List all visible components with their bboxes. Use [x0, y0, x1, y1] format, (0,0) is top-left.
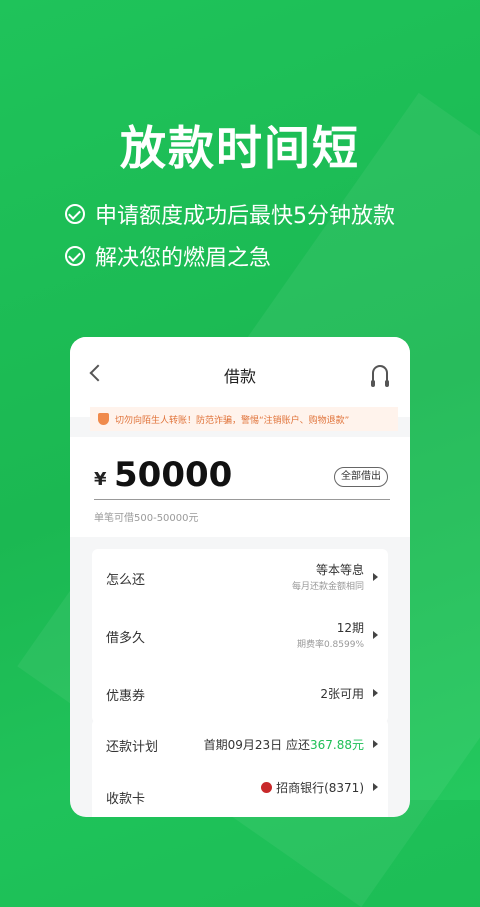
feature-bullet-1: 申请额度成功后最快5分钟放款 [65, 198, 395, 230]
phone-mockup: 借款 切勿向陌生人转账！防范诈骗，警惕“注销账户、购物退款” ¥ 50000 全… [70, 337, 410, 817]
receive-card-row[interactable]: 收款卡 招商银行(8371) [92, 771, 388, 817]
shield-icon [98, 413, 109, 425]
repayment-amount: 367.88元 [310, 738, 364, 752]
row-subtext: 每月还款金额相同 [291, 582, 364, 592]
repayment-plan-row[interactable]: 还款计划 首期09月23日 应还367.88元 [92, 719, 388, 771]
check-circle-icon [65, 204, 85, 224]
row-label: 怎么还 [106, 573, 146, 588]
chevron-right-icon [373, 689, 378, 697]
chevron-right-icon [373, 740, 378, 748]
fraud-warning-banner: 切勿向陌生人转账！防范诈骗，警惕“注销账户、购物退款” [90, 407, 398, 431]
app-header: 借款 [70, 337, 410, 417]
fraud-warning-text: 切勿向陌生人转账！防范诈骗，警惕“注销账户、购物退款” [115, 415, 350, 426]
row-label: 收款卡 [106, 792, 146, 807]
feature-text: 申请额度成功后最快5分钟放款 [95, 204, 395, 229]
customer-service-icon[interactable] [371, 365, 389, 387]
chevron-right-icon [373, 783, 378, 791]
repayment-card: 还款计划 首期09月23日 应还367.88元 收款卡 招商银行(8371) [92, 719, 388, 817]
bank-name: 招商银行(8371) [276, 781, 364, 795]
loan-amount-input[interactable]: 50000 [114, 455, 232, 495]
amount-underline [94, 499, 390, 500]
coupon-row[interactable]: 优惠券 2张可用 [92, 665, 388, 723]
bank-logo-icon [261, 782, 273, 793]
row-value: 2张可用 [320, 687, 364, 701]
row-label: 借多久 [106, 631, 146, 646]
repayment-prefix: 首期09月23日 应还 [203, 738, 310, 752]
row-value: 首期09月23日 应还367.88元 [204, 736, 364, 753]
loan-term-row[interactable]: 借多久 12期 期费率0.8599% [92, 607, 388, 665]
row-value: 招商银行(8371) [261, 779, 364, 796]
row-value: 等本等息 [315, 563, 364, 577]
repay-method-row[interactable]: 怎么还 等本等息 每月还款金额相同 [92, 549, 388, 607]
loan-options-card: 怎么还 等本等息 每月还款金额相同 借多久 12期 期费率0.8599% 优惠券… [92, 549, 388, 723]
row-label: 优惠券 [106, 689, 146, 704]
chevron-right-icon [373, 631, 378, 639]
amount-hint: 单笔可借500-50000元 [94, 513, 199, 524]
row-value: 12期 [336, 621, 364, 635]
chevron-right-icon [373, 573, 378, 581]
borrow-all-button[interactable]: 全部借出 [334, 467, 388, 487]
currency-symbol: ¥ [94, 469, 107, 490]
check-circle-icon [65, 246, 85, 266]
hero-title: 放款时间短 [120, 121, 360, 175]
loan-amount-section: ¥ 50000 全部借出 单笔可借500-50000元 [70, 437, 410, 537]
feature-bullet-2: 解决您的燃眉之急 [65, 240, 271, 272]
row-subtext: 期费率0.8599% [296, 640, 364, 650]
page-title: 借款 [223, 367, 256, 386]
feature-text: 解决您的燃眉之急 [95, 246, 272, 271]
row-label: 还款计划 [106, 740, 159, 755]
